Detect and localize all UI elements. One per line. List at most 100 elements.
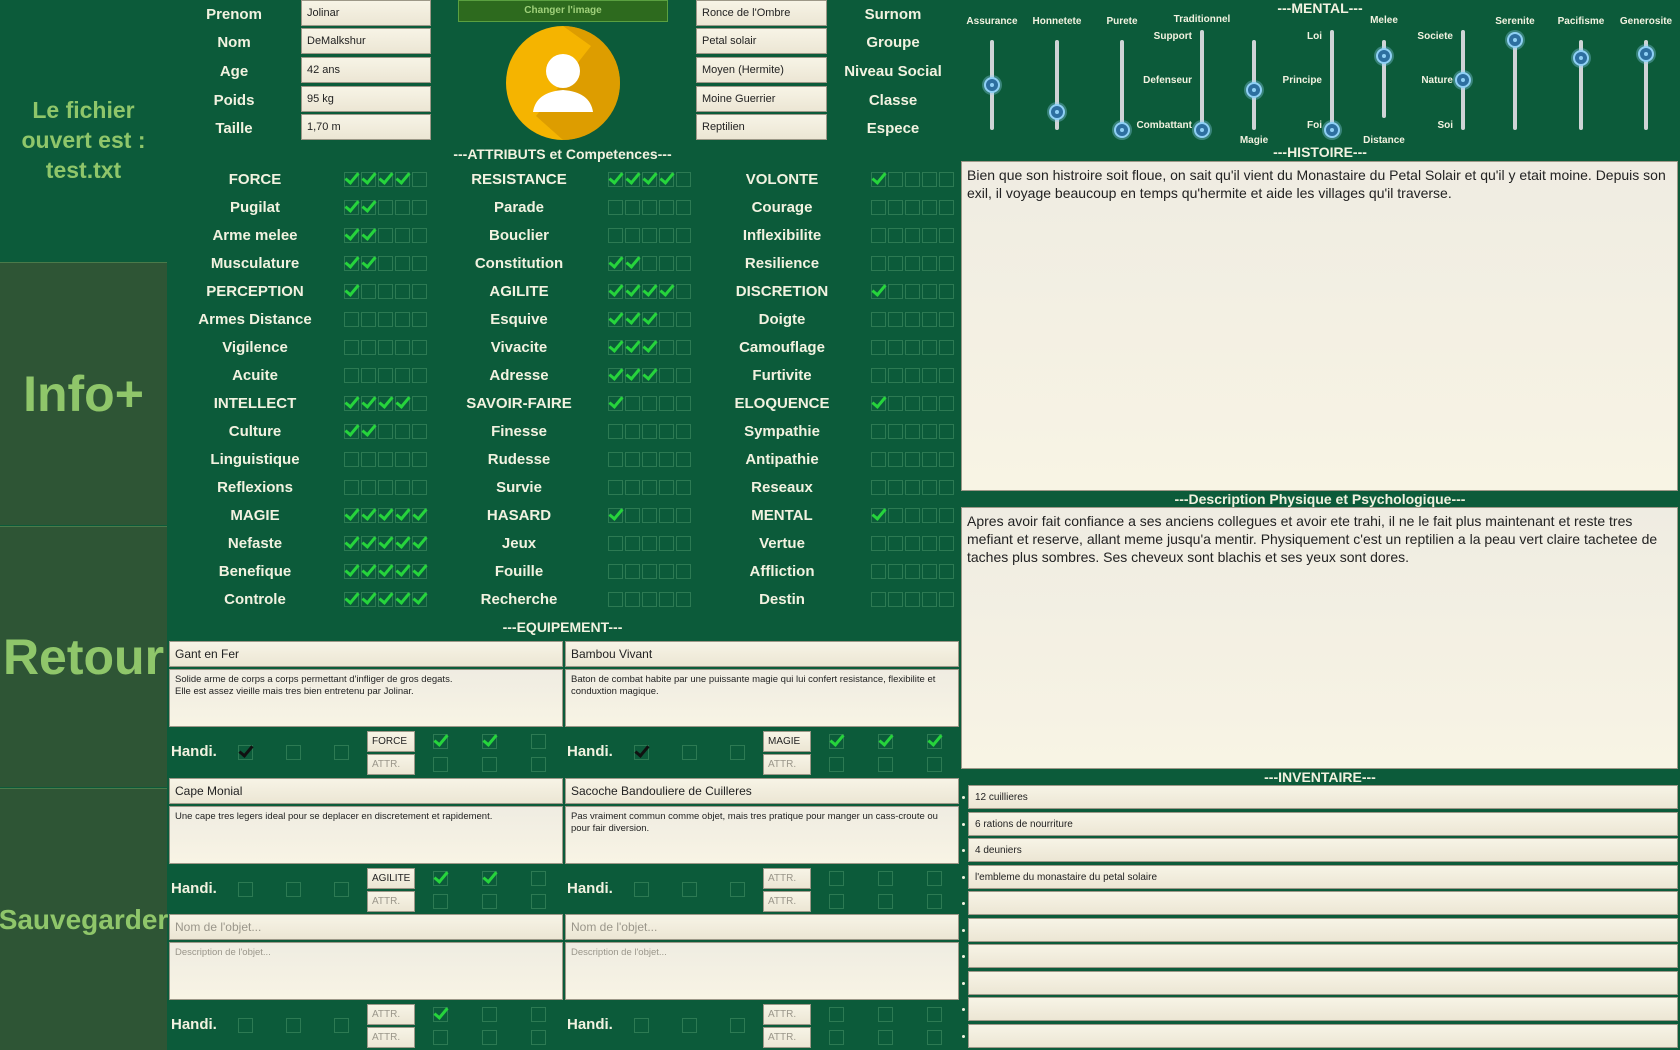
checkbox[interactable] xyxy=(608,592,623,607)
checkbox[interactable] xyxy=(608,172,623,187)
attr2-checkbox[interactable] xyxy=(433,894,448,909)
checkbox[interactable] xyxy=(922,200,937,215)
attr-perception-checkboxes[interactable] xyxy=(344,284,427,299)
equipment-description-input[interactable]: Baton de combat habite par une puissante… xyxy=(565,669,959,727)
attr2-checkbox[interactable] xyxy=(927,1030,942,1045)
attr-constitution-checkboxes[interactable] xyxy=(608,256,691,271)
attr-pugilat-checkboxes[interactable] xyxy=(344,200,427,215)
field-age[interactable]: 42 ans xyxy=(301,57,431,83)
checkbox[interactable] xyxy=(939,340,954,355)
checkbox[interactable] xyxy=(412,284,427,299)
field-taille[interactable]: 1,70 m xyxy=(301,114,431,140)
attr-furtivite-checkboxes[interactable] xyxy=(871,368,954,383)
checkbox[interactable] xyxy=(344,480,359,495)
checkbox[interactable] xyxy=(412,312,427,327)
handicap-checkbox[interactable] xyxy=(634,745,649,760)
inventory-item[interactable]: 12 cuillieres xyxy=(968,785,1678,809)
checkbox[interactable] xyxy=(642,340,657,355)
checkbox[interactable] xyxy=(395,368,410,383)
checkbox[interactable] xyxy=(871,228,886,243)
checkbox[interactable] xyxy=(871,592,886,607)
checkbox[interactable] xyxy=(659,312,674,327)
checkbox[interactable] xyxy=(659,508,674,523)
checkbox[interactable] xyxy=(676,592,691,607)
checkbox[interactable] xyxy=(871,536,886,551)
checkbox[interactable] xyxy=(905,592,920,607)
checkbox[interactable] xyxy=(659,452,674,467)
checkbox[interactable] xyxy=(361,368,376,383)
attr1-checkbox[interactable] xyxy=(433,871,448,886)
attr-affliction-checkboxes[interactable] xyxy=(871,564,954,579)
attr-camouflage-checkboxes[interactable] xyxy=(871,340,954,355)
checkbox[interactable] xyxy=(939,508,954,523)
checkbox[interactable] xyxy=(905,200,920,215)
checkbox[interactable] xyxy=(676,452,691,467)
checkbox[interactable] xyxy=(871,312,886,327)
checkbox[interactable] xyxy=(608,564,623,579)
checkbox[interactable] xyxy=(625,228,640,243)
checkbox[interactable] xyxy=(905,172,920,187)
attr2-checkbox[interactable] xyxy=(531,894,546,909)
equipment-description-input[interactable]: Description de l'objet... xyxy=(565,942,959,1000)
checkbox[interactable] xyxy=(939,368,954,383)
checkbox[interactable] xyxy=(659,256,674,271)
checkbox[interactable] xyxy=(361,228,376,243)
attr-intellect-checkboxes[interactable] xyxy=(344,396,427,411)
slider-track[interactable] xyxy=(1120,40,1124,130)
checkbox[interactable] xyxy=(905,228,920,243)
checkbox[interactable] xyxy=(939,200,954,215)
checkbox[interactable] xyxy=(888,368,903,383)
equipment-attr2-input[interactable]: ATTR. xyxy=(367,891,415,912)
checkbox[interactable] xyxy=(608,256,623,271)
checkbox[interactable] xyxy=(922,564,937,579)
field-groupe[interactable]: Petal solair xyxy=(696,28,827,54)
attr-finesse-checkboxes[interactable] xyxy=(608,424,691,439)
checkbox[interactable] xyxy=(361,424,376,439)
attr-vigilence-checkboxes[interactable] xyxy=(344,340,427,355)
checkbox[interactable] xyxy=(378,368,393,383)
checkbox[interactable] xyxy=(676,256,691,271)
checkbox[interactable] xyxy=(625,396,640,411)
checkbox[interactable] xyxy=(676,536,691,551)
equipment-attr1-input[interactable]: AGILITE xyxy=(367,868,415,889)
checkbox[interactable] xyxy=(888,228,903,243)
checkbox[interactable] xyxy=(676,228,691,243)
field-poids[interactable]: 95 kg xyxy=(301,86,431,112)
attr-musculature-checkboxes[interactable] xyxy=(344,256,427,271)
checkbox[interactable] xyxy=(659,200,674,215)
checkbox[interactable] xyxy=(922,424,937,439)
attr-arme-melee-checkboxes[interactable] xyxy=(344,228,427,243)
attr-courage-checkboxes[interactable] xyxy=(871,200,954,215)
checkbox[interactable] xyxy=(608,228,623,243)
attr-linguistique-checkboxes[interactable] xyxy=(344,452,427,467)
checkbox[interactable] xyxy=(412,564,427,579)
checkbox[interactable] xyxy=(871,452,886,467)
checkbox[interactable] xyxy=(378,480,393,495)
field-surnom[interactable]: Ronce de l'Ombre xyxy=(696,0,827,26)
checkbox[interactable] xyxy=(659,284,674,299)
attr1-checkbox[interactable] xyxy=(927,871,942,886)
checkbox[interactable] xyxy=(608,284,623,299)
checkbox[interactable] xyxy=(395,536,410,551)
checkbox[interactable] xyxy=(395,480,410,495)
checkbox[interactable] xyxy=(395,312,410,327)
checkbox[interactable] xyxy=(608,508,623,523)
checkbox[interactable] xyxy=(344,172,359,187)
checkbox[interactable] xyxy=(361,256,376,271)
checkbox[interactable] xyxy=(608,340,623,355)
equipment-attr2-input[interactable]: ATTR. xyxy=(763,1027,811,1048)
attr1-checkbox[interactable] xyxy=(433,1007,448,1022)
checkbox[interactable] xyxy=(905,312,920,327)
checkbox[interactable] xyxy=(888,536,903,551)
checkbox[interactable] xyxy=(625,480,640,495)
attr-parade-checkboxes[interactable] xyxy=(608,200,691,215)
checkbox[interactable] xyxy=(395,340,410,355)
checkbox[interactable] xyxy=(939,452,954,467)
checkbox[interactable] xyxy=(642,368,657,383)
checkbox[interactable] xyxy=(871,172,886,187)
slider-knob[interactable] xyxy=(1455,72,1471,88)
equipment-attr1-input[interactable]: MAGIE xyxy=(763,731,811,752)
checkbox[interactable] xyxy=(412,536,427,551)
checkbox[interactable] xyxy=(378,424,393,439)
checkbox[interactable] xyxy=(642,312,657,327)
